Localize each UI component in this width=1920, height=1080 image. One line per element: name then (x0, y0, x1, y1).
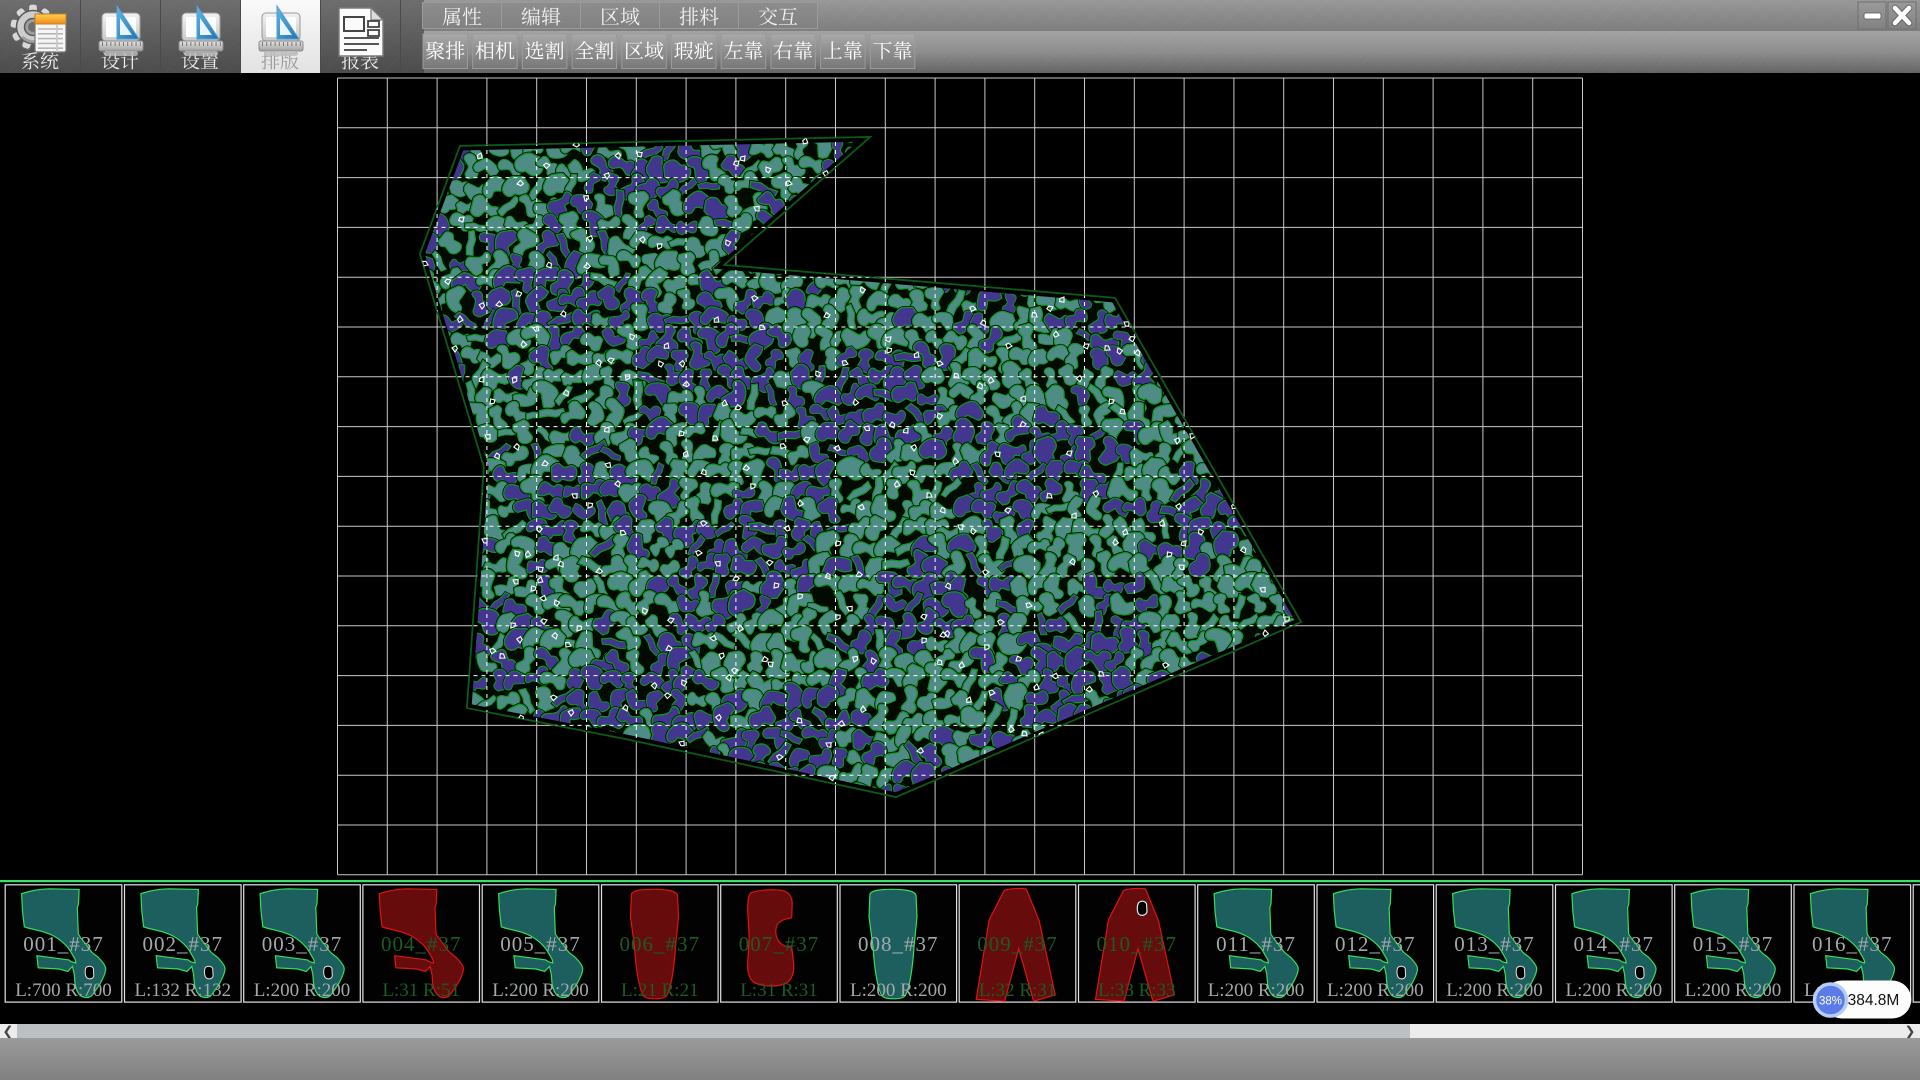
svg-text:L:132 R:132: L:132 R:132 (135, 980, 232, 1001)
svg-text:011_#37: 011_#37 (1216, 932, 1296, 956)
svg-text:014_#37: 014_#37 (1574, 932, 1655, 956)
svg-text:013_#37: 013_#37 (1454, 932, 1535, 956)
svg-text:010_#37: 010_#37 (1097, 932, 1178, 956)
svg-text:002_#37: 002_#37 (143, 932, 224, 956)
svg-text:❮: ❮ (3, 1024, 14, 1040)
svg-text:L:200 R:200: L:200 R:200 (1685, 980, 1782, 1001)
svg-text:004_#37: 004_#37 (381, 932, 462, 956)
svg-text:L:200 R:200: L:200 R:200 (1208, 980, 1305, 1001)
svg-text:L:700 R:700: L:700 R:700 (15, 980, 112, 1001)
svg-text:L:200 R:200: L:200 R:200 (254, 980, 351, 1001)
svg-text:38%: 38% (1819, 996, 1842, 1008)
svg-text:L:200 R:200: L:200 R:200 (1566, 980, 1663, 1001)
svg-text:008_#37: 008_#37 (858, 932, 939, 956)
svg-text:L:32 R:31: L:32 R:31 (979, 980, 1057, 1001)
svg-text:007_#37: 007_#37 (739, 932, 820, 956)
svg-text:012_#37: 012_#37 (1335, 932, 1416, 956)
svg-text:L:200 R:200: L:200 R:200 (1446, 980, 1543, 1001)
svg-text:L:200 R:200: L:200 R:200 (492, 980, 589, 1001)
svg-text:L:33 R:33: L:33 R:33 (1098, 980, 1176, 1001)
svg-text:006_#37: 006_#37 (620, 932, 701, 956)
svg-text:009_#37: 009_#37 (977, 932, 1058, 956)
svg-text:L:31 R:51: L:31 R:51 (382, 980, 460, 1001)
svg-text:016_#37: 016_#37 (1812, 932, 1893, 956)
svg-text:❯: ❯ (1905, 1024, 1916, 1040)
svg-text:L:31 R:31: L:31 R:31 (740, 980, 818, 1001)
svg-text:L:21 R:21: L:21 R:21 (621, 980, 699, 1001)
svg-text:003_#37: 003_#37 (262, 932, 343, 956)
svg-text:015_#37: 015_#37 (1693, 932, 1774, 956)
svg-text:384.8M: 384.8M (1848, 992, 1900, 1009)
svg-text:L:200 R:200: L:200 R:200 (850, 980, 947, 1001)
svg-text:005_#37: 005_#37 (500, 932, 581, 956)
svg-text:L:200 R:200: L:200 R:200 (1327, 980, 1424, 1001)
svg-text:001_#37: 001_#37 (23, 932, 104, 956)
